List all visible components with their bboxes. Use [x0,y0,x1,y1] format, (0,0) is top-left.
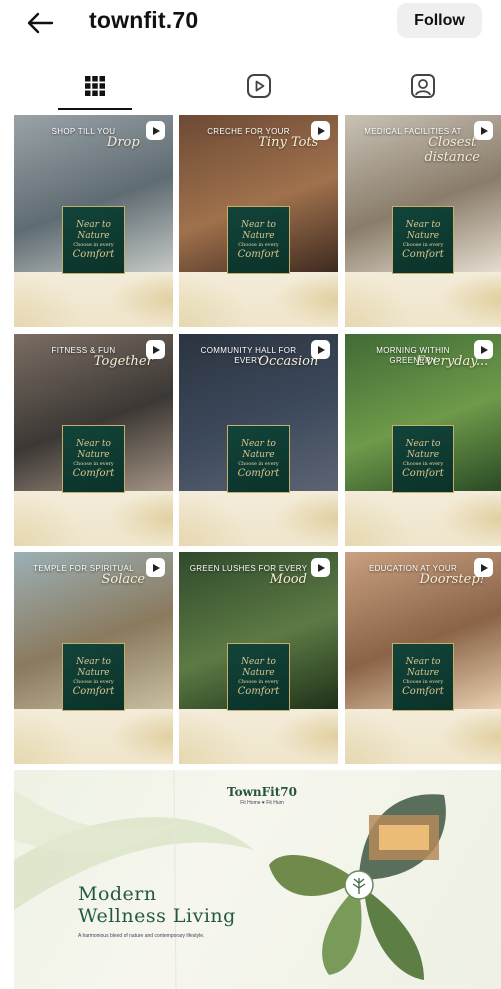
badge-line1b: Nature [406,667,440,678]
badge-line1: Near to [405,438,441,449]
reel-badge-icon [146,558,165,577]
post-footer-band [179,708,338,764]
reel-badge-icon [474,121,493,140]
profile-header: townfit.70 Follow [0,0,501,48]
badge-line1: Near to [76,438,111,449]
badge-line1b: Nature [242,449,275,460]
grid-post[interactable]: MEDICAL FACILITIES AT Closest distance N… [345,115,501,327]
grid-post[interactable]: MORNING WITHIN GREENERY Everyday... Near… [345,334,501,546]
badge-line3: Comfort [72,248,115,260]
grid-post[interactable]: GREEN LUSHES FOR EVERY Mood Near to Natu… [179,552,338,764]
profile-tabs [0,62,501,112]
badge-line1b: Nature [242,230,275,241]
near-nature-badge: Near to Nature Choose in every Comfort [391,643,455,711]
grid-post[interactable]: EDUCATION AT YOUR Doorstep! Near to Natu… [345,552,501,764]
near-nature-badge: Near to Nature Choose in every Comfort [391,206,455,274]
tab-reels[interactable] [219,62,299,110]
badge-line1: Near to [76,219,111,230]
badge-line3: Comfort [237,685,280,697]
reel-badge-icon [474,340,493,359]
badge-line3: Comfort [402,248,444,260]
featured-subtitle: A harmonious blend of nature and contemp… [78,933,205,939]
badge-line2: Choose in every [238,460,279,467]
near-nature-badge: Near to Nature Choose in every Comfort [61,425,126,493]
badge-line3: Comfort [237,248,280,260]
near-nature-badge: Near to Nature Choose in every Comfort [61,643,126,711]
badge-line1: Near to [405,656,441,667]
grid-icon [85,76,105,96]
reels-icon [247,74,271,98]
badge-line3: Comfort [402,467,444,479]
brand-name: TownFit70 [227,785,297,799]
reel-badge-icon [146,340,165,359]
badge-line1b: Nature [406,230,440,241]
badge-line1: Near to [76,656,111,667]
near-nature-badge: Near to Nature Choose in every Comfort [226,643,291,711]
badge-line2: Choose in every [73,678,114,685]
reel-badge-icon [311,558,330,577]
badge-line3: Comfort [402,685,444,697]
badge-line1b: Nature [242,667,275,678]
badge-line1: Near to [241,438,276,449]
back-arrow-icon [27,12,54,34]
badge-line2: Choose in every [402,678,444,685]
profile-username: townfit.70 [89,7,199,33]
active-tab-indicator [58,108,132,110]
post-footer-band [345,708,501,764]
near-nature-badge: Near to Nature Choose in every Comfort [391,425,455,493]
tab-tagged[interactable] [383,62,463,110]
badge-line2: Choose in every [238,678,279,685]
badge-line1b: Nature [77,667,110,678]
follow-button[interactable]: Follow [397,3,482,38]
featured-title-line1: Modern [78,883,157,905]
reel-badge-icon [311,121,330,140]
badge-line3: Comfort [72,467,115,479]
badge-line1: Near to [405,219,441,230]
post-footer-band [345,490,501,546]
post-footer-band [345,271,501,327]
badge-line1b: Nature [406,449,440,460]
badge-line1: Near to [241,656,276,667]
near-nature-badge: Near to Nature Choose in every Comfort [226,206,291,274]
near-nature-badge: Near to Nature Choose in every Comfort [61,206,126,274]
brand-logo: TownFit70 Fit Home ♥ Fit Hum [227,785,297,806]
brand-tagline: Fit Home ♥ Fit Hum [240,800,284,806]
featured-post[interactable]: TownFit70 Fit Home ♥ Fit Hum Modern Well… [14,770,501,989]
badge-line2: Choose in every [402,460,444,467]
post-footer-band [179,490,338,546]
tagged-icon [411,74,435,98]
post-footer-band [14,490,173,546]
badge-line2: Choose in every [73,241,114,248]
badge-line1: Near to [241,219,276,230]
reel-badge-icon [311,340,330,359]
badge-line3: Comfort [237,467,280,479]
grid-post[interactable]: TEMPLE FOR SPIRITUAL Solace Near to Natu… [14,552,173,764]
reel-badge-icon [146,121,165,140]
post-footer-band [14,708,173,764]
grid-post[interactable]: COMMUNITY HALL FOR EVERY Occasion Near t… [179,334,338,546]
grid-post[interactable]: FITNESS & FUN Together Near to Nature Ch… [14,334,173,546]
reel-badge-icon [474,558,493,577]
badge-line2: Choose in every [73,460,114,467]
tab-grid[interactable] [55,62,135,110]
grid-post[interactable]: CRECHE FOR YOUR Tiny Tots Near to Nature… [179,115,338,327]
post-footer-band [14,271,173,327]
back-button[interactable] [20,8,60,38]
badge-line2: Choose in every [402,241,444,248]
post-footer-band [179,271,338,327]
badge-line2: Choose in every [238,241,279,248]
badge-line1b: Nature [77,230,110,241]
badge-line1b: Nature [77,449,110,460]
badge-line3: Comfort [72,685,115,697]
near-nature-badge: Near to Nature Choose in every Comfort [226,425,291,493]
featured-title-line2: Wellness Living [78,905,236,927]
grid-post[interactable]: SHOP TILL YOU Drop Near to Nature Choose… [14,115,173,327]
